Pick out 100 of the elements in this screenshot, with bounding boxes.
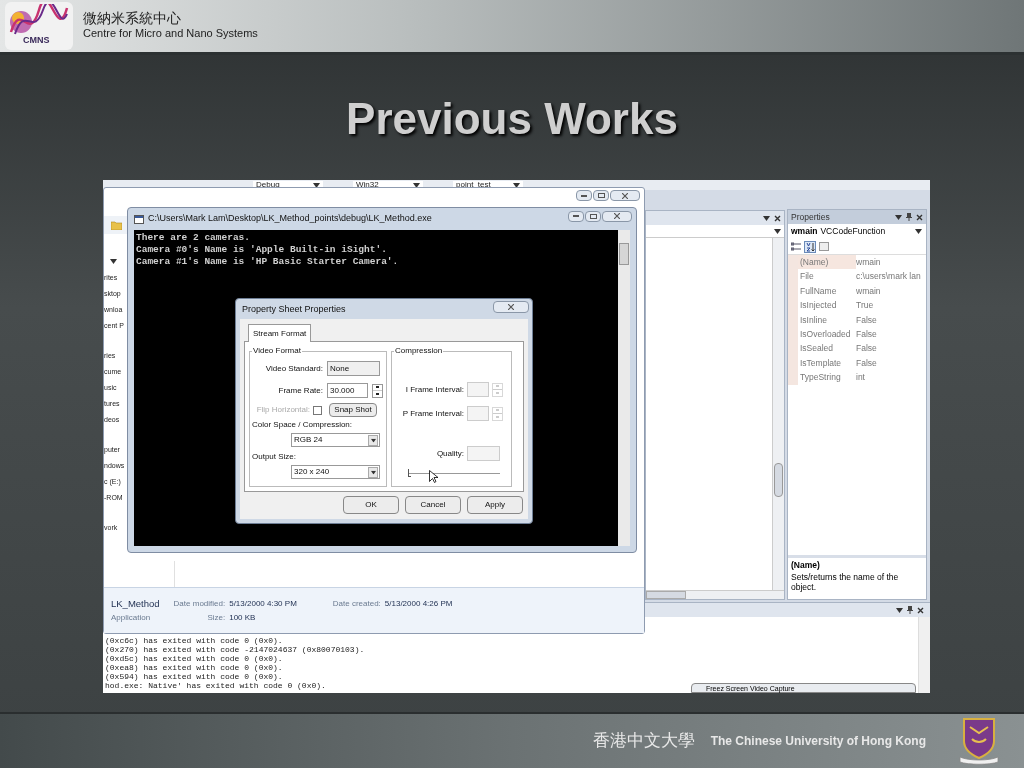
slide-title: Previous Works [346, 97, 678, 141]
property-value: c:\users\mark lan [856, 270, 922, 284]
dropdown-icon[interactable] [370, 470, 376, 474]
close-icon[interactable] [774, 214, 781, 222]
close-icon[interactable] [917, 606, 924, 614]
vertical-scrollbar[interactable] [772, 238, 784, 590]
property-value: False [856, 342, 878, 356]
field-label: Quality: [435, 449, 464, 458]
group-label: Compression [394, 347, 444, 355]
maximize-button[interactable] [593, 190, 609, 201]
dropdown-icon[interactable] [915, 229, 922, 234]
field-label: Video Standard: [264, 364, 323, 373]
vertical-scrollbar[interactable] [618, 230, 630, 546]
property-name[interactable]: IsSealed [798, 341, 856, 356]
snap-shot-button[interactable]: Snap Shot [329, 403, 377, 417]
field-label: Color Space / Compression: [252, 421, 354, 429]
property-name[interactable]: TypeString [798, 370, 856, 385]
interval-field[interactable] [467, 406, 489, 421]
dropdown[interactable]: 320 x 240 [291, 465, 380, 479]
quality-field[interactable] [467, 446, 500, 461]
detail-label: Size: [206, 612, 226, 624]
output-line: (0xea8) has exited with code 0 (0x0). [105, 663, 283, 672]
file-type: Application [111, 612, 152, 624]
window-title: C:\Users\Mark Lam\Desktop\LK_Method_points\debug\LK_Method.exe [148, 212, 433, 226]
output-line: (0x270) has exited with code -2147024637 (0x80070103). [105, 645, 365, 654]
detail-label: Date modified: [173, 598, 226, 610]
centre-name-english: Centre for Micro and Nano Systems [83, 27, 258, 41]
property-name[interactable]: FullName [798, 283, 856, 299]
close-icon [508, 304, 514, 310]
property-value: wmain [856, 284, 882, 298]
console-line: Camera #1's Name is 'HP Basic Starter Camera'. [136, 256, 400, 268]
description-text: Sets/returns the name of the object. [791, 571, 900, 592]
minimize-button[interactable] [576, 190, 592, 201]
sort-icon[interactable] [804, 240, 816, 253]
dropdown-icon[interactable] [895, 214, 902, 220]
detail-value: 5/13/2000 4:30 PM [229, 598, 297, 610]
description-title: (Name) [791, 561, 821, 570]
logo-text: CMNS [23, 36, 50, 45]
object-selector[interactable]: wmain VCCodeFunction [788, 224, 926, 239]
property-name[interactable]: (Name) [798, 255, 856, 270]
interval-field[interactable] [467, 382, 489, 397]
categorized-icon[interactable] [791, 242, 801, 251]
close-icon [614, 213, 620, 219]
spinner-buttons[interactable] [372, 383, 383, 398]
dialog-button[interactable]: OK [343, 496, 399, 514]
file-name: LK_Method [111, 597, 160, 611]
output-line: (0xc6c) has exited with code 0 (0x0). [105, 636, 283, 645]
tab[interactable]: Stream Format [248, 324, 312, 342]
mouse-pointer-icon [429, 470, 438, 483]
detail-label: Date created: [332, 598, 381, 610]
university-name-chinese: 香港中文大學 [592, 730, 695, 753]
group-label: Video Format [252, 347, 302, 355]
close-button[interactable] [602, 210, 632, 222]
property-name[interactable]: IsOverloaded [798, 326, 856, 342]
pin-icon[interactable] [907, 606, 913, 614]
dialog-title: Property Sheet Properties [242, 304, 347, 314]
property-value: wmain [856, 255, 882, 269]
vertical-scrollbar[interactable] [918, 617, 930, 693]
close-button[interactable] [493, 301, 529, 313]
maximize-button[interactable] [585, 210, 601, 222]
dropdown-icon[interactable] [896, 607, 903, 613]
detail-value: 5/13/2000 4:26 PM [384, 598, 453, 610]
dropdown[interactable]: RGB 24 [291, 433, 380, 447]
property-name[interactable]: IsInline [798, 312, 856, 327]
minimize-button[interactable] [568, 210, 584, 222]
video-standard-field[interactable]: None [327, 361, 380, 376]
horizontal-scrollbar[interactable] [646, 590, 784, 599]
property-value: False [856, 313, 878, 327]
console-line: There are 2 cameras. [136, 232, 252, 244]
dropdown-icon[interactable] [370, 438, 376, 442]
close-icon [622, 192, 628, 199]
dialog-button[interactable]: Apply [467, 496, 523, 514]
crest-icon [958, 717, 1000, 765]
detail-value: 100 KB [229, 612, 257, 624]
property-value: True [856, 299, 875, 313]
property-value: int [856, 371, 866, 385]
output-line: (0x594) has exited with code 0 (0x0). [105, 672, 283, 681]
frame-rate-field[interactable]: 30.000 [327, 383, 368, 398]
output-line: hod.exe: Native' has exited with code 0 (0x0). [105, 681, 326, 690]
field-label: Output Size: [252, 453, 298, 461]
object-name: wmain [791, 227, 818, 236]
property-value: False [856, 356, 878, 370]
field-label: I Frame Interval: [404, 385, 464, 394]
object-type: VCCodeFunction [820, 227, 887, 236]
expand-icon[interactable] [110, 259, 117, 264]
property-name[interactable]: File [798, 269, 856, 284]
property-value: False [856, 327, 878, 341]
field-label: Flip Horizontal: [255, 406, 310, 414]
university-name-english: The Chinese University of Hong Kong [710, 733, 926, 750]
property-name[interactable]: IsInjected [798, 298, 856, 313]
pin-icon[interactable] [906, 213, 912, 221]
panel-title: Properties [791, 212, 831, 222]
close-button[interactable] [610, 190, 640, 201]
dialog-button[interactable]: Cancel [405, 496, 461, 514]
close-icon[interactable] [916, 213, 923, 221]
output-line: (0xd5c) has exited with code 0 (0x0). [105, 654, 283, 663]
console-icon [134, 214, 144, 224]
console-line: Camera #0's Name is 'Apple Built-in iSight'. [136, 244, 388, 256]
property-name[interactable]: IsTemplate [798, 355, 856, 371]
field-label: P Frame Interval: [401, 409, 464, 418]
